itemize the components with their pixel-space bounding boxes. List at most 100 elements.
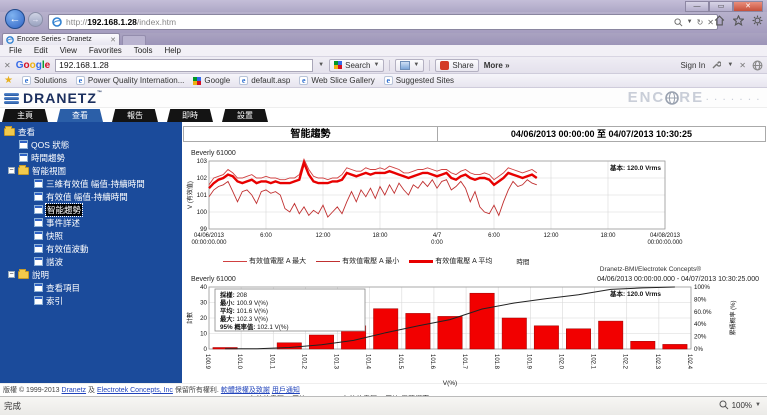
series-0 — [209, 159, 537, 185]
sidebar-item-label: 有效值 幅值-持續時間 — [46, 191, 128, 203]
sign-in-link[interactable]: Sign In — [680, 61, 705, 70]
svg-text:101.5: 101.5 — [397, 354, 403, 370]
histogram-bar — [566, 329, 590, 349]
browser-window: — ▭ ✕ ← → http://192.168.1.28/index.htm … — [0, 0, 767, 415]
menu-item-favorites[interactable]: Favorites — [84, 46, 127, 55]
maximize-button[interactable]: ▭ — [709, 1, 733, 12]
favorites-item-4[interactable]: eWeb Slice Gallery — [299, 76, 374, 85]
more-button[interactable]: More » — [484, 61, 510, 70]
sidebar-item-label: 查看 — [18, 126, 35, 138]
sidebar-item-label: 說明 — [32, 269, 49, 281]
search-icon[interactable] — [674, 18, 683, 27]
svg-text:20: 20 — [200, 315, 207, 322]
sidebar-item-9[interactable]: 有效值波動 — [0, 242, 182, 255]
date-range: 04/06/2013 00:00:00 至 04/07/2013 10:30:2… — [438, 126, 766, 142]
legend-line-swatch — [316, 261, 340, 262]
svg-text:102: 102 — [197, 175, 208, 182]
tools-gear-icon[interactable] — [752, 15, 763, 26]
site-tab-查看[interactable]: 查看 — [57, 109, 103, 122]
favorites-item-1[interactable]: ePower Quality Internation... — [76, 76, 185, 85]
site-tabstrip: 主頁查看報告即時設置 — [0, 108, 767, 122]
sidebar-item-11[interactable]: − 說明 — [0, 268, 182, 281]
collapse-box-icon[interactable]: − — [8, 271, 15, 278]
stop-icon[interactable]: ✕ — [707, 18, 714, 27]
sidebar-item-5[interactable]: 有效值 幅值-持續時間 — [0, 190, 182, 203]
new-tab-stub[interactable] — [122, 35, 146, 45]
back-button[interactable]: ← — [5, 9, 25, 29]
favorites-item-0[interactable]: eSolutions — [22, 76, 67, 85]
sidebar-item-13[interactable]: 索引 — [0, 294, 182, 307]
sidebar-item-label: QOS 狀態 — [31, 139, 69, 151]
svg-text:101.8: 101.8 — [493, 354, 499, 370]
trend-chart-block: Beverly 61000 9910010110210304/06/201300… — [183, 150, 767, 274]
svg-text:103: 103 — [197, 158, 208, 165]
google-logo: Google — [16, 60, 50, 71]
sidebar-item-label: 有效值波動 — [46, 243, 89, 255]
favorites-item-3[interactable]: edefault.asp — [239, 76, 290, 85]
histogram-bar — [374, 309, 398, 349]
globe-icon[interactable] — [752, 60, 763, 71]
svg-text:101.2: 101.2 — [300, 354, 306, 370]
sidebar-item-1[interactable]: QOS 狀態 — [0, 138, 182, 151]
svg-text:30: 30 — [200, 300, 207, 307]
minimize-button[interactable]: — — [685, 1, 709, 12]
svg-text:80%: 80% — [694, 296, 707, 303]
browser-tab-row: Encore Series - Dranetz ✕ — [0, 33, 767, 45]
browser-tab[interactable]: Encore Series - Dranetz ✕ — [2, 33, 120, 45]
sidebar-item-4[interactable]: 三維有效值 幅值-持續時間 — [0, 177, 182, 190]
sidebar-item-7[interactable]: 事件詳述 — [0, 216, 182, 229]
google-search-button[interactable]: Search▼ — [329, 59, 384, 72]
home-icon[interactable] — [714, 15, 725, 26]
url-text[interactable]: http://192.168.1.28/index.htm — [66, 17, 674, 27]
favorites-item-label: Google — [204, 76, 230, 85]
site-tab-報告[interactable]: 報告 — [112, 109, 158, 122]
sidebar-item-8[interactable]: 快照 — [0, 229, 182, 242]
toolbar-extra-button[interactable]: ▼ — [395, 59, 424, 72]
close-button[interactable]: ✕ — [733, 1, 763, 12]
tab-close-icon[interactable]: ✕ — [110, 36, 116, 44]
series-2 — [209, 163, 537, 189]
legend-line-swatch — [223, 261, 247, 262]
forward-button[interactable]: → — [28, 12, 43, 27]
svg-text:40: 40 — [200, 284, 207, 291]
doc-icon — [34, 283, 43, 292]
menu-item-file[interactable]: File — [4, 46, 27, 55]
sidebar-item-10[interactable]: 諧波 — [0, 255, 182, 268]
collapse-box-icon[interactable]: − — [8, 167, 15, 174]
address-bar[interactable]: http://192.168.1.28/index.htm ▼ ↻ ✕ — [48, 14, 718, 30]
favorites-item-5[interactable]: eSuggested Sites — [384, 76, 454, 85]
site-tab-設置[interactable]: 設置 — [222, 109, 268, 122]
site-tab-主頁[interactable]: 主頁 — [2, 109, 48, 122]
sidebar-item-2[interactable]: 時間趨勢 — [0, 151, 182, 164]
wrench-icon[interactable] — [711, 60, 721, 70]
sidebar-item-12[interactable]: 查看項目 — [0, 281, 182, 294]
search-history-dropdown-icon[interactable]: ▼ — [318, 62, 324, 68]
toolbar-right-close-icon[interactable]: ✕ — [739, 61, 746, 70]
share-button[interactable]: Share — [435, 59, 478, 72]
sidebar-item-3[interactable]: −智能視圖 — [0, 164, 182, 177]
stats-line: 最小: 100.9 V(%) — [220, 298, 268, 307]
favorites-star-icon[interactable] — [733, 15, 744, 26]
toolbar-close-icon[interactable]: ✕ — [4, 61, 11, 70]
menu-item-edit[interactable]: Edit — [29, 46, 53, 55]
wrench-dropdown-icon[interactable]: ▼ — [727, 62, 733, 68]
menu-item-view[interactable]: View — [55, 46, 82, 55]
site-tab-即時[interactable]: 即時 — [167, 109, 213, 122]
footer-link-1[interactable]: Dranetz — [62, 387, 87, 394]
zoom-dropdown-icon[interactable]: ▼ — [755, 402, 761, 408]
svg-text:101.1: 101.1 — [268, 354, 274, 370]
sidebar-item-6[interactable]: 智能趨勢 — [0, 203, 182, 216]
sidebar-item-0[interactable]: 查看 — [0, 125, 182, 138]
add-favorite-star-icon[interactable]: ★ — [4, 76, 13, 86]
menu-item-tools[interactable]: Tools — [129, 46, 158, 55]
menu-item-help[interactable]: Help — [159, 46, 185, 55]
footer-link-3[interactable]: Electrotek Concepts, Inc — [97, 387, 173, 394]
ie-page-icon: e — [239, 76, 248, 85]
svg-text:101.4: 101.4 — [365, 354, 371, 370]
svg-text:6:00: 6:00 — [488, 233, 500, 239]
favorites-item-2[interactable]: Google — [193, 76, 230, 85]
google-search-input[interactable] — [55, 59, 313, 72]
refresh-icon[interactable]: ↻ — [697, 18, 704, 27]
address-dropdown-icon[interactable]: ▼ — [687, 19, 693, 25]
zoom-control[interactable]: 100% ▼ — [719, 400, 761, 410]
